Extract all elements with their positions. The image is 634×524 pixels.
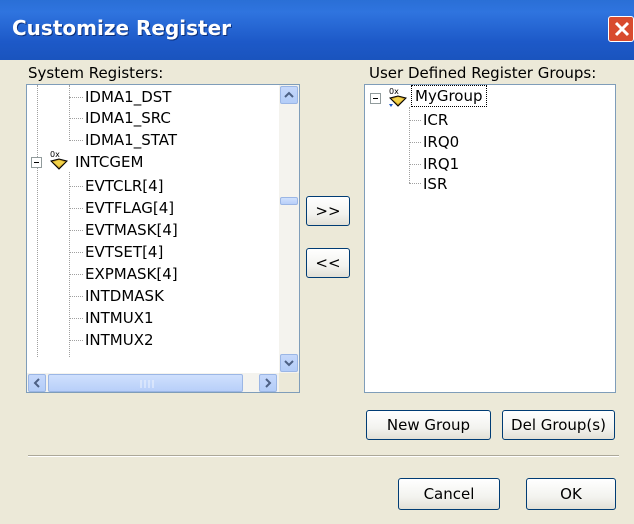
scroll-left-button[interactable] [28, 374, 46, 392]
ok-button[interactable]: OK [526, 478, 616, 510]
tree-item[interactable]: IDMA1_DST [85, 86, 171, 108]
title-bar[interactable]: Customize Register [0, 0, 634, 60]
system-registers-tree[interactable]: IDMA1_DST IDMA1_SRC IDMA1_STAT 0x INTCGE… [26, 84, 300, 393]
tree-item[interactable]: ICR [423, 109, 448, 131]
scroll-thumb[interactable] [280, 197, 298, 205]
register-group-icon: 0x [389, 87, 407, 107]
tree-item[interactable]: INTDMASK [85, 285, 164, 307]
tree-item[interactable]: IRQ0 [423, 131, 459, 153]
add-register-button[interactable]: >> [306, 196, 350, 226]
tree-item[interactable]: EVTSET[4] [85, 241, 163, 263]
tree-item[interactable]: EVTMASK[4] [85, 219, 178, 241]
new-group-button[interactable]: New Group [366, 410, 491, 440]
svg-text:0x: 0x [50, 150, 60, 159]
vertical-scrollbar[interactable] [279, 85, 299, 374]
tree-item[interactable]: IDMA1_STAT [85, 129, 177, 151]
customize-register-dialog: Customize Register System Registers: Use… [0, 0, 634, 524]
close-button[interactable] [608, 16, 634, 42]
collapse-toggle[interactable] [370, 93, 381, 104]
register-group-icon: 0x [50, 150, 68, 170]
del-group-button[interactable]: Del Group(s) [502, 410, 615, 440]
tree-item[interactable]: IDMA1_SRC [85, 107, 171, 129]
tree-item[interactable]: EVTFLAG[4] [85, 197, 174, 219]
tree-item[interactable]: EVTCLR[4] [85, 175, 164, 197]
cancel-button[interactable]: Cancel [398, 478, 500, 510]
scroll-thumb-horizontal[interactable] [48, 374, 243, 392]
remove-register-button[interactable]: << [306, 248, 350, 278]
scroll-up-button[interactable] [280, 86, 298, 104]
tree-item-group-selected[interactable]: MyGroup [411, 85, 487, 107]
tree-item[interactable]: INTMUX1 [85, 307, 154, 329]
tree-item[interactable]: ISR [423, 173, 447, 195]
chevron-left-icon [33, 378, 40, 388]
svg-text:0x: 0x [389, 87, 399, 96]
scroll-right-button[interactable] [259, 374, 277, 392]
chevron-up-icon [284, 91, 294, 98]
system-registers-label: System Registers: [28, 64, 164, 82]
close-icon [614, 21, 630, 37]
window-title: Customize Register [12, 16, 232, 40]
tree-item[interactable]: EXPMASK[4] [85, 263, 178, 285]
tree-item[interactable]: INTMUX2 [85, 329, 154, 351]
separator [28, 455, 619, 457]
collapse-toggle[interactable] [31, 157, 42, 168]
chevron-down-icon [284, 360, 294, 367]
horizontal-scrollbar[interactable] [27, 373, 279, 392]
user-groups-label: User Defined Register Groups: [369, 64, 597, 82]
tree-item-group[interactable]: INTCGEM [75, 151, 143, 173]
tree-item[interactable]: IRQ1 [423, 153, 459, 175]
chevron-right-icon [265, 378, 272, 388]
scroll-down-button[interactable] [280, 354, 298, 372]
user-groups-tree[interactable]: 0x MyGroup ICR IRQ0 IRQ1 ISR [364, 84, 616, 393]
grip-icon [140, 380, 154, 388]
